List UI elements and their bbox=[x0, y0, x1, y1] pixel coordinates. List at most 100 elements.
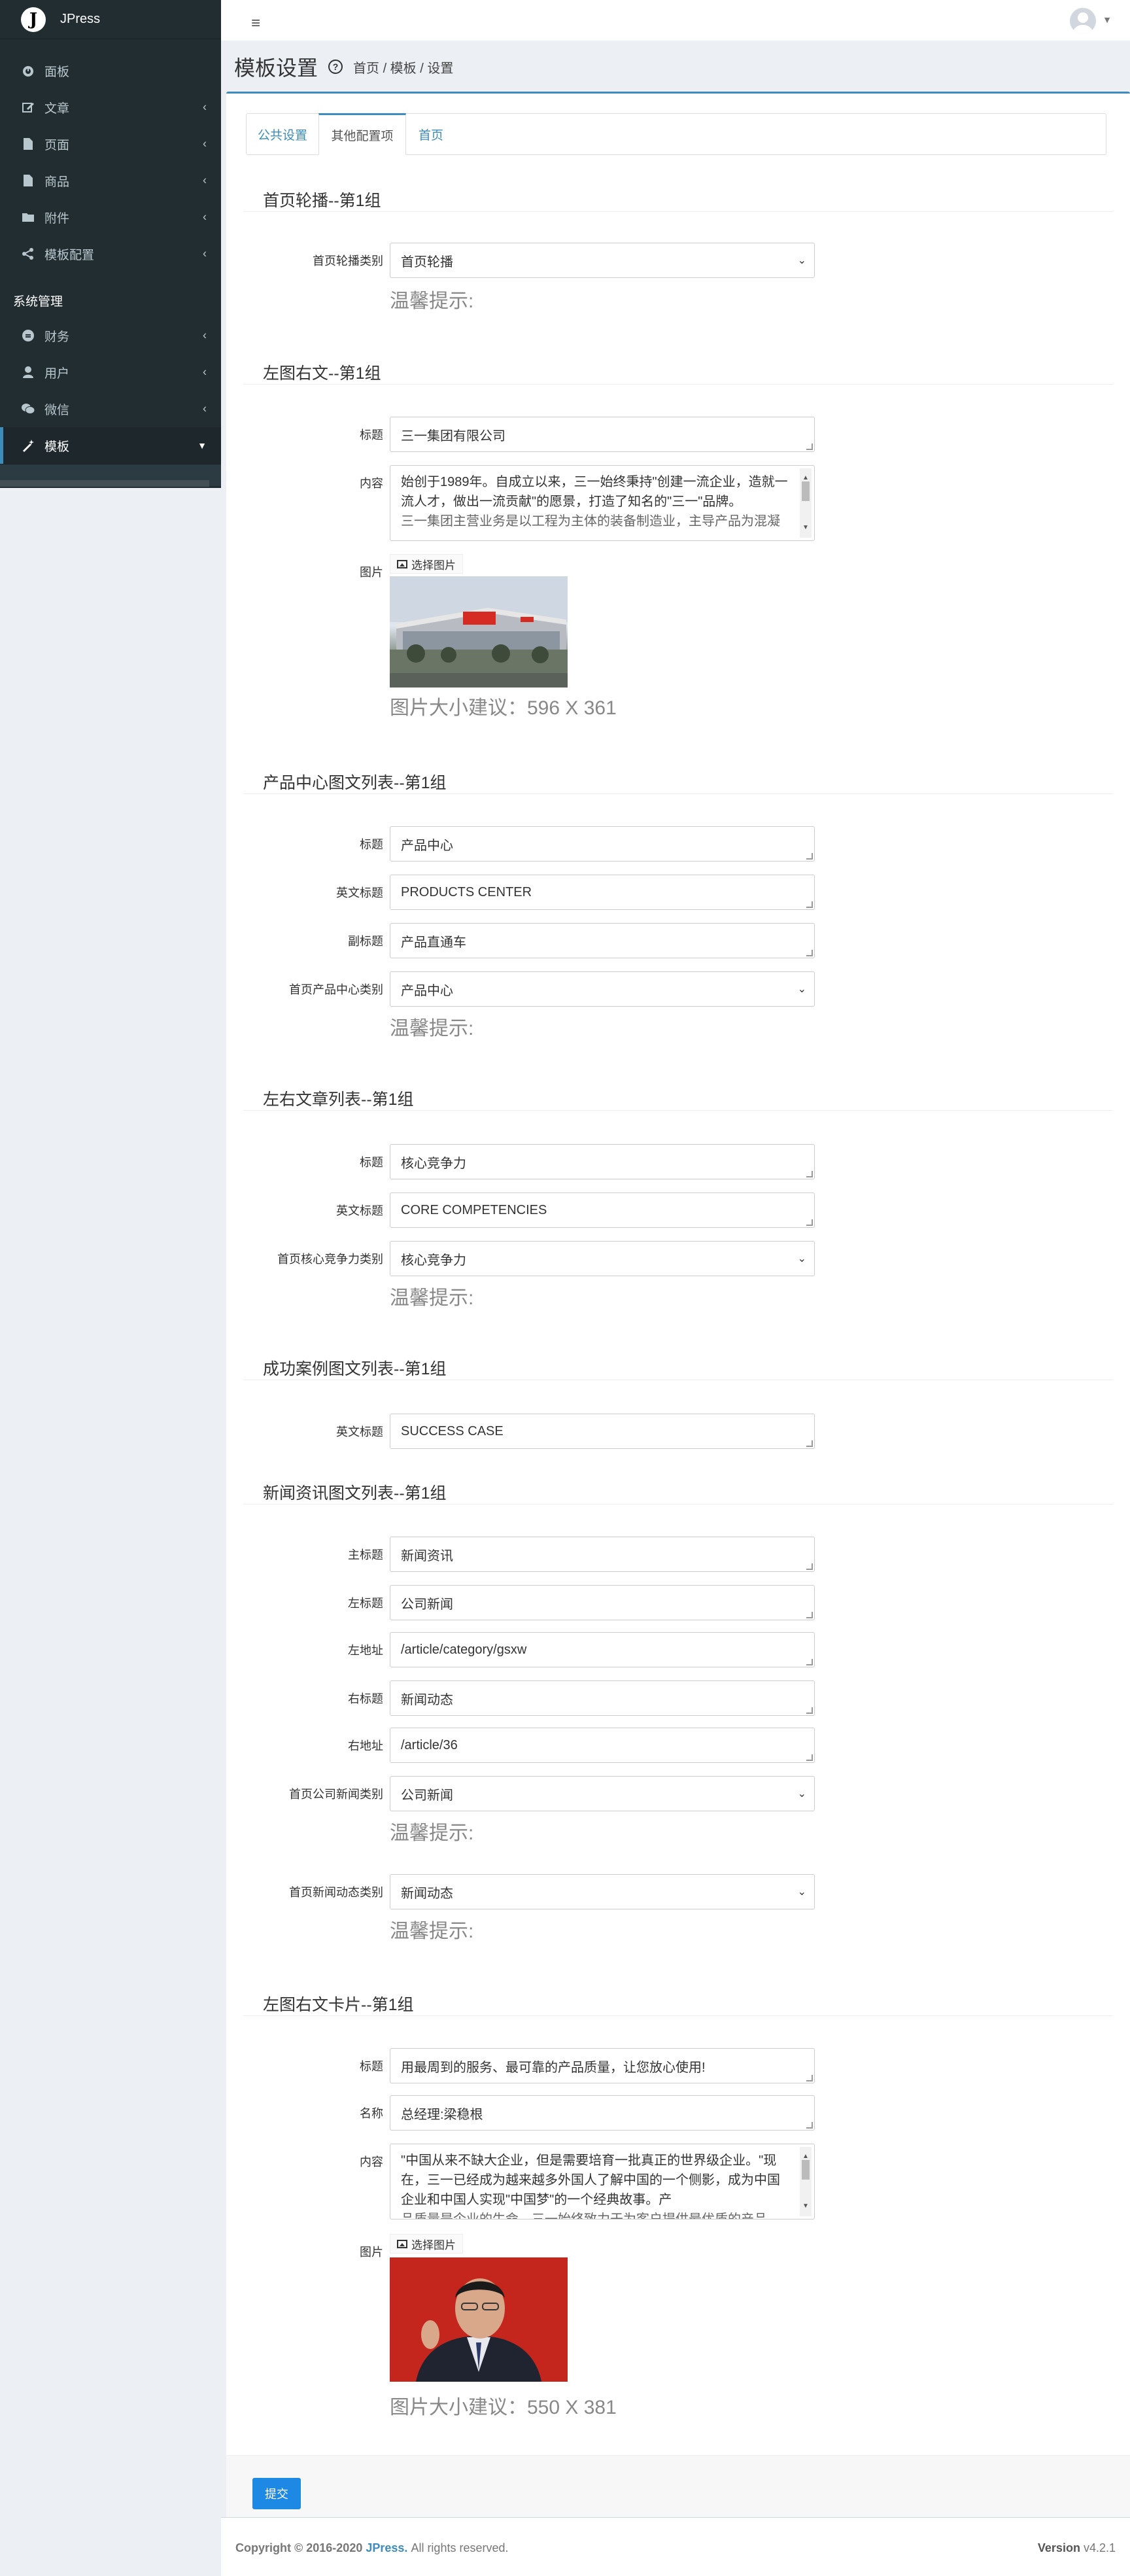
news-right-url-field[interactable]: /article/36 bbox=[390, 1728, 815, 1763]
sidebar-item-articles[interactable]: 文章 ‹ bbox=[0, 89, 221, 126]
chevron-down-icon: ⌄ bbox=[797, 984, 806, 995]
select-value: 新闻动态 bbox=[401, 1886, 453, 1901]
choose-image-button[interactable]: 选择图片 bbox=[390, 554, 463, 574]
resize-handle[interactable] bbox=[806, 1171, 813, 1177]
textarea-scrollbar[interactable] bbox=[800, 2147, 812, 2216]
news-right-title-field[interactable]: 新闻动态 bbox=[390, 1680, 815, 1716]
resize-handle[interactable] bbox=[806, 950, 813, 956]
field-label: 首页新闻动态类别 bbox=[289, 1886, 383, 1899]
input-value: 公司新闻 bbox=[401, 1597, 453, 1612]
rights-text: All rights reserved. bbox=[411, 2541, 509, 2554]
sidebar-item-dashboard[interactable]: 面板 bbox=[0, 52, 221, 89]
news-main-title-field[interactable]: 新闻资讯 bbox=[390, 1537, 815, 1572]
help-icon[interactable]: ? bbox=[328, 60, 343, 74]
sidebar: J JPress 面板 文章 ‹ 页面 ‹ 商品 ‹ 附件 ‹ 模板配置 ‹ 系… bbox=[0, 0, 221, 488]
cases-en-title-field[interactable]: SUCCESS CASE bbox=[390, 1414, 815, 1449]
resize-handle[interactable] bbox=[806, 1754, 813, 1761]
version-label: Version bbox=[1037, 2541, 1080, 2554]
resize-handle[interactable] bbox=[806, 853, 813, 860]
products-type-select[interactable]: 产品中心 ⌄ bbox=[390, 971, 815, 1007]
input-value: 三一集团有限公司 bbox=[401, 428, 505, 444]
card-title-field[interactable]: 用最周到的服务、最可靠的产品质量，让您放心使用! bbox=[390, 2048, 815, 2083]
tabs-bar: 公共设置 其他配置项 首页 bbox=[246, 113, 1106, 155]
button-label: 选择图片 bbox=[411, 559, 456, 572]
sidebar-item-finance[interactable]: 财务 ‹ bbox=[0, 317, 221, 354]
input-value: 新闻动态 bbox=[401, 1692, 453, 1707]
section-divider bbox=[243, 2015, 1113, 2016]
chevron-left-icon: ‹ bbox=[203, 100, 207, 114]
news-left-title-field[interactable]: 公司新闻 bbox=[390, 1585, 815, 1620]
news-left-url-field[interactable]: /article/category/gsxw bbox=[390, 1632, 815, 1667]
sidebar-item-label: 微信 bbox=[44, 403, 70, 417]
field-label: 左地址 bbox=[348, 1644, 383, 1657]
sidebar-item-templates[interactable]: 模板 ▼ bbox=[0, 427, 221, 464]
field-label: 右地址 bbox=[348, 1739, 383, 1752]
sidebar-item-wechat[interactable]: 微信 ‹ bbox=[0, 391, 221, 427]
sidebar-section-header: 系统管理 bbox=[13, 295, 63, 309]
resize-handle[interactable] bbox=[806, 1659, 813, 1665]
chevron-left-icon: ‹ bbox=[203, 328, 207, 342]
sidebar-item-label: 用户 bbox=[44, 366, 70, 381]
brand-link[interactable]: JPress. bbox=[366, 2541, 407, 2554]
submit-button[interactable]: 提交 bbox=[252, 2478, 301, 2509]
input-value: /article/category/gsxw bbox=[401, 1642, 527, 1657]
sidebar-item-products[interactable]: 商品 ‹ bbox=[0, 162, 221, 199]
hint-text: 温馨提示: bbox=[390, 290, 474, 312]
resize-handle[interactable] bbox=[806, 1219, 813, 1226]
resize-handle[interactable] bbox=[806, 1612, 813, 1618]
products-title-field[interactable]: 产品中心 bbox=[390, 826, 815, 862]
choose-image-button[interactable]: 选择图片 bbox=[390, 2234, 463, 2254]
sidebar-item-pages[interactable]: 页面 ‹ bbox=[0, 126, 221, 162]
articles-en-title-field[interactable]: CORE COMPETENCIES bbox=[390, 1192, 815, 1228]
chevron-down-icon: ▼ bbox=[197, 440, 207, 451]
textarea-scrollbar[interactable] bbox=[800, 468, 812, 538]
resize-handle[interactable] bbox=[806, 2122, 813, 2129]
section-divider bbox=[243, 211, 1113, 212]
page-footer: Copyright © 2016-2020 JPress. All rights… bbox=[221, 2517, 1130, 2576]
section-title-card: 左图右文卡片--第1组 bbox=[263, 1996, 414, 2014]
field-label: 图片 bbox=[360, 2246, 383, 2259]
resize-handle[interactable] bbox=[806, 444, 813, 450]
sidebar-item-label: 商品 bbox=[44, 175, 70, 189]
scrollbar-thumb[interactable] bbox=[802, 481, 810, 501]
sidebar-item-attachments[interactable]: 附件 ‹ bbox=[0, 199, 221, 235]
resize-handle[interactable] bbox=[806, 2075, 813, 2081]
section-divider bbox=[243, 1504, 1113, 1505]
resize-handle[interactable] bbox=[806, 1707, 813, 1714]
products-subtitle-field[interactable]: 产品直通车 bbox=[390, 923, 815, 958]
news-company-type-select[interactable]: 公司新闻 ⌄ bbox=[390, 1776, 815, 1811]
card-content-textarea[interactable]: "中国从来不缺大企业，但是需要培育一批真正的世界级企业。"现在，三一已经成为越来… bbox=[390, 2144, 815, 2219]
scrollbar-thumb[interactable] bbox=[802, 2160, 810, 2180]
products-en-title-field[interactable]: PRODUCTS CENTER bbox=[390, 875, 815, 910]
caret-down-icon[interactable]: ▼ bbox=[1103, 14, 1112, 25]
field-label: 标题 bbox=[360, 838, 383, 851]
field-label: 内容 bbox=[360, 2155, 383, 2168]
news-dynamic-type-select[interactable]: 新闻动态 ⌄ bbox=[390, 1874, 815, 1909]
field-label: 内容 bbox=[360, 477, 383, 490]
sidebar-item-users[interactable]: 用户 ‹ bbox=[0, 354, 221, 391]
sidebar-system-menu: 财务 ‹ 用户 ‹ 微信 ‹ 模板 ▼ bbox=[0, 317, 221, 464]
resize-handle[interactable] bbox=[806, 1440, 813, 1447]
sidebar-item-template-config[interactable]: 模板配置 ‹ bbox=[0, 235, 221, 272]
articles-title-field[interactable]: 核心竞争力 bbox=[390, 1144, 815, 1179]
input-value: 核心竞争力 bbox=[401, 1156, 466, 1171]
articles-type-select[interactable]: 核心竞争力 ⌄ bbox=[390, 1241, 815, 1276]
chevron-down-icon: ⌄ bbox=[797, 1788, 806, 1800]
carousel-type-select[interactable]: 首页轮播 ⌄ bbox=[390, 243, 815, 278]
breadcrumb[interactable]: 首页 / 模板 / 设置 bbox=[353, 58, 453, 77]
menu-toggle-icon[interactable]: ≡ bbox=[251, 14, 260, 33]
card-name-field[interactable]: 总经理:梁稳根 bbox=[390, 2095, 815, 2131]
tab-public-settings[interactable]: 公共设置 bbox=[247, 113, 318, 155]
avatar[interactable] bbox=[1070, 8, 1096, 34]
input-value: 产品中心 bbox=[401, 838, 453, 853]
resize-handle[interactable] bbox=[806, 1563, 813, 1570]
section-divider bbox=[243, 793, 1113, 794]
sidebar-scrollbar[interactable] bbox=[0, 480, 209, 487]
chevron-left-icon: ‹ bbox=[203, 173, 207, 187]
left-image-content-textarea[interactable]: 始创于1989年。自成立以来，三一始终秉持"创建一流企业，造就一流人才，做出一流… bbox=[390, 465, 815, 541]
logo-bar[interactable]: J JPress bbox=[0, 0, 221, 39]
resize-handle[interactable] bbox=[806, 901, 813, 908]
tab-other-config[interactable]: 其他配置项 bbox=[318, 113, 406, 155]
tab-home[interactable]: 首页 bbox=[406, 113, 456, 155]
left-image-title-field[interactable]: 三一集团有限公司 bbox=[390, 417, 815, 452]
